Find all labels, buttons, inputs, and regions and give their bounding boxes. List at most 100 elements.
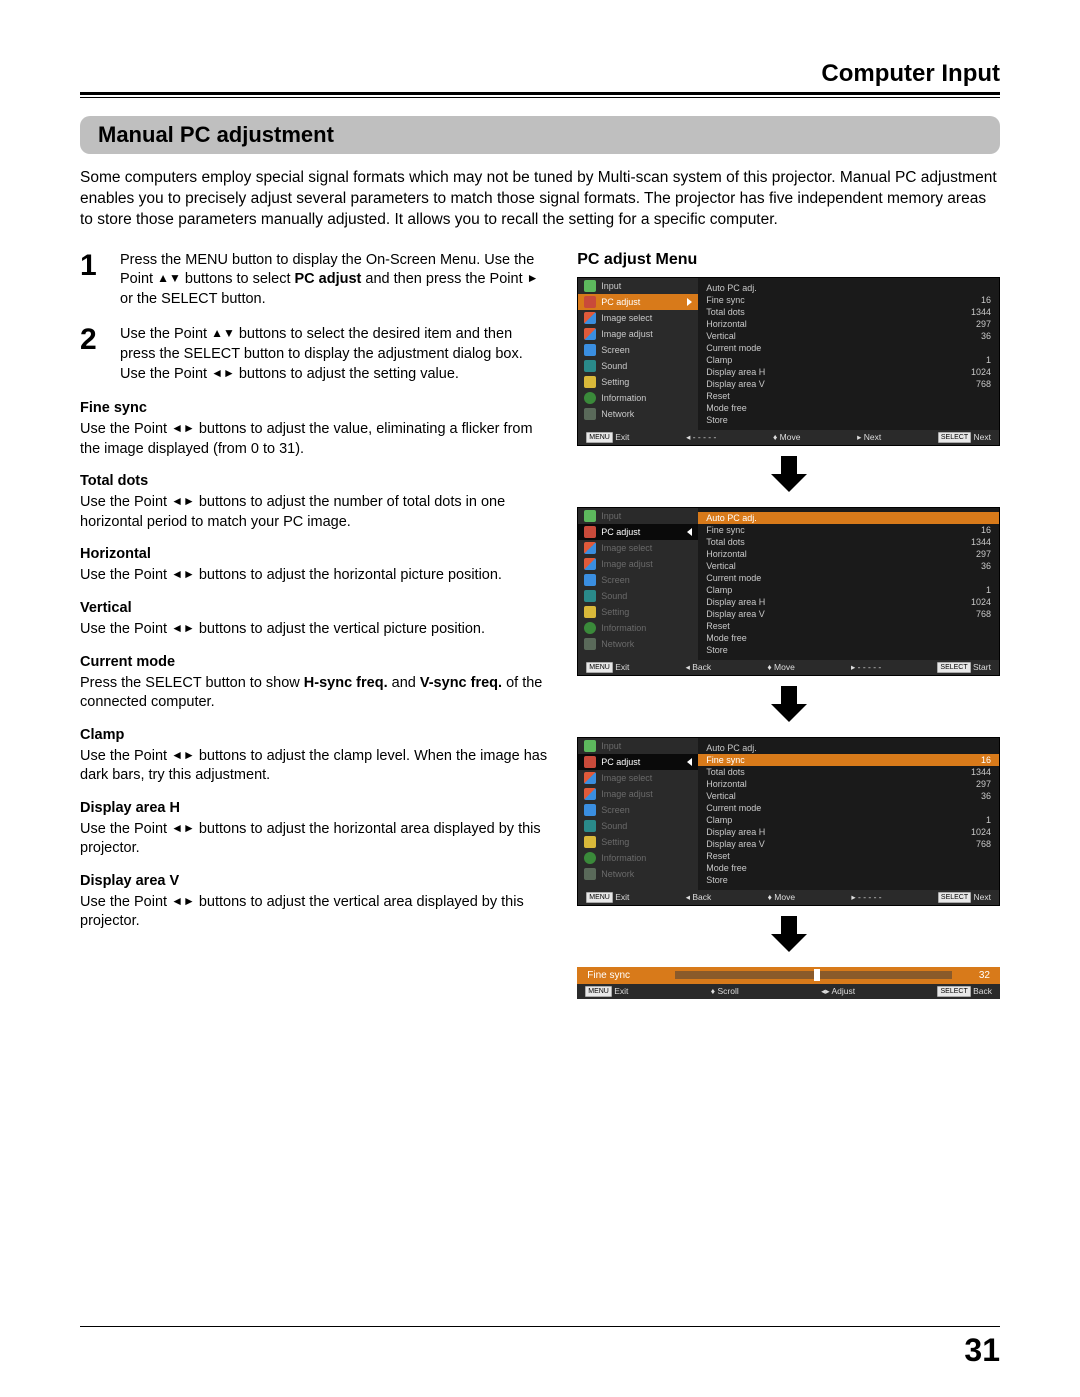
osd-param-row: Display area V768 bbox=[706, 838, 991, 850]
menu-label: Screen bbox=[601, 805, 630, 815]
menu-icon bbox=[584, 574, 596, 586]
menu-label: Sound bbox=[601, 361, 627, 371]
osd-menu-item: Input bbox=[578, 278, 698, 294]
osd-menu-item: Information bbox=[578, 390, 698, 406]
menu-icon bbox=[584, 868, 596, 880]
osd-param-row: Mode free bbox=[706, 862, 991, 874]
osd-param-value: 36 bbox=[981, 791, 991, 801]
osd-param-name: Mode free bbox=[706, 403, 747, 413]
step-text: Press the MENU button to display the On-… bbox=[120, 251, 547, 310]
footer-rule bbox=[80, 1326, 1000, 1327]
osd-param-name: Clamp bbox=[706, 355, 732, 365]
osd-param-name: Current mode bbox=[706, 803, 761, 813]
right-column-title: PC adjust Menu bbox=[577, 251, 1000, 269]
menu-label: Image adjust bbox=[601, 329, 653, 339]
osd-param-row: Clamp 1 bbox=[706, 584, 991, 596]
osd-param-name: Horizontal bbox=[706, 549, 747, 559]
param-body: Use the Point ◄► buttons to adjust the h… bbox=[80, 820, 547, 859]
osd-param-row: Clamp1 bbox=[706, 814, 991, 826]
menu-icon bbox=[584, 740, 596, 752]
osd-param-name: Reset bbox=[706, 621, 730, 631]
osd-param-row: Auto PC adj. bbox=[706, 742, 991, 754]
menu-label: Network bbox=[601, 409, 634, 419]
osd-menu-item: Image select bbox=[578, 310, 698, 326]
menu-label: Image select bbox=[601, 543, 652, 553]
osd-param-name: Mode free bbox=[706, 633, 747, 643]
osd-param-row: Store bbox=[706, 874, 991, 886]
param-title: Current mode bbox=[80, 654, 547, 670]
osd-param-row: Auto PC adj. bbox=[706, 282, 991, 294]
chevron-left-icon bbox=[687, 528, 692, 536]
osd-param-name: Auto PC adj. bbox=[706, 743, 757, 753]
left-right-icon: ◄► bbox=[171, 494, 195, 508]
osd-param-name: Store bbox=[706, 875, 728, 885]
osd-menu-item: Image select bbox=[578, 540, 698, 556]
osd-param-name: Current mode bbox=[706, 343, 761, 353]
menu-label: PC adjust bbox=[601, 757, 640, 767]
osd-param-value: 16 bbox=[981, 755, 991, 765]
osd-param-value: 297 bbox=[976, 319, 991, 329]
menu-label: Input bbox=[601, 741, 621, 751]
menu-label: Image adjust bbox=[601, 789, 653, 799]
osd-param-row: Fine sync16 bbox=[706, 294, 991, 306]
osd-menu-item: PC adjust bbox=[578, 294, 698, 310]
param-block: Display area V Use the Point ◄► buttons t… bbox=[80, 873, 547, 932]
menu-label: PC adjust bbox=[601, 527, 640, 537]
param-block: Fine syncUse the Point ◄► buttons to adj… bbox=[80, 400, 547, 459]
osd-param-row: Total dots1344 bbox=[706, 306, 991, 318]
osd-menu-item: Sound bbox=[578, 358, 698, 374]
osd-menu-item: Network bbox=[578, 636, 698, 652]
osd-param-value: 16 bbox=[981, 295, 991, 305]
menu-label: Setting bbox=[601, 377, 629, 387]
param-body: Use the Point ◄► buttons to adjust the n… bbox=[80, 493, 547, 532]
osd-param-row: Display area V768 bbox=[706, 378, 991, 390]
param-block: VerticalUse the Point ◄► buttons to adju… bbox=[80, 600, 547, 640]
left-right-icon: ◄► bbox=[171, 421, 195, 435]
menu-label: Network bbox=[601, 869, 634, 879]
osd-param-row: Store bbox=[706, 644, 991, 656]
menu-icon bbox=[584, 804, 596, 816]
param-body: Use the Point ◄► buttons to adjust the v… bbox=[80, 893, 547, 932]
osd-param-row: Clamp1 bbox=[706, 354, 991, 366]
osd-param-row: Horizontal297 bbox=[706, 318, 991, 330]
osd-param-value: 297 bbox=[976, 779, 991, 789]
osd-param-row: Display area H1024 bbox=[706, 366, 991, 378]
osd-param-row: Total dots1344 bbox=[706, 766, 991, 778]
osd-menu-item: Network bbox=[578, 866, 698, 882]
menu-icon bbox=[584, 820, 596, 832]
osd-param-row: Display area H1024 bbox=[706, 826, 991, 838]
osd-param-row: Vertical36 bbox=[706, 560, 991, 572]
step-1: 1 Press the MENU button to display the O… bbox=[80, 251, 547, 310]
menu-icon bbox=[584, 344, 596, 356]
menu-icon bbox=[584, 558, 596, 570]
adjust-bar: Fine sync 32 MENU Exit ♦ Scroll ◂▸ Adjus… bbox=[577, 967, 1000, 999]
osd-param-name: Fine sync bbox=[706, 755, 745, 765]
osd-menu-item: Image adjust bbox=[578, 786, 698, 802]
menu-icon bbox=[584, 328, 596, 340]
osd-menu-item: Image adjust bbox=[578, 326, 698, 342]
osd-param-name: Clamp bbox=[706, 585, 732, 595]
osd-param-value: 1 bbox=[986, 585, 991, 595]
osd-screenshot-1: InputPC adjustImage selectImage adjustSc… bbox=[577, 277, 1000, 446]
step-text: Use the Point ▲▼ buttons to select the d… bbox=[120, 325, 547, 384]
left-right-icon: ◄► bbox=[211, 366, 235, 380]
osd-menu-item: Sound bbox=[578, 818, 698, 834]
menu-icon bbox=[584, 312, 596, 324]
menu-label: Input bbox=[601, 511, 621, 521]
param-title: Clamp bbox=[80, 727, 547, 743]
left-right-icon: ◄► bbox=[171, 748, 195, 762]
osd-param-row: Horizontal297 bbox=[706, 778, 991, 790]
menu-icon bbox=[584, 852, 596, 864]
menu-label: PC adjust bbox=[601, 297, 640, 307]
osd-menu-item: Image select bbox=[578, 770, 698, 786]
menu-label: Image adjust bbox=[601, 559, 653, 569]
osd-param-name: Clamp bbox=[706, 815, 732, 825]
osd-param-row: Display area V768 bbox=[706, 608, 991, 620]
osd-param-row: Mode free bbox=[706, 402, 991, 414]
osd-param-row: Fine sync16 bbox=[706, 524, 991, 536]
osd-menu-item: Sound bbox=[578, 588, 698, 604]
param-title: Display area V bbox=[80, 873, 547, 889]
left-right-icon: ◄► bbox=[171, 894, 195, 908]
osd-param-name: Vertical bbox=[706, 561, 736, 571]
menu-label: Setting bbox=[601, 607, 629, 617]
